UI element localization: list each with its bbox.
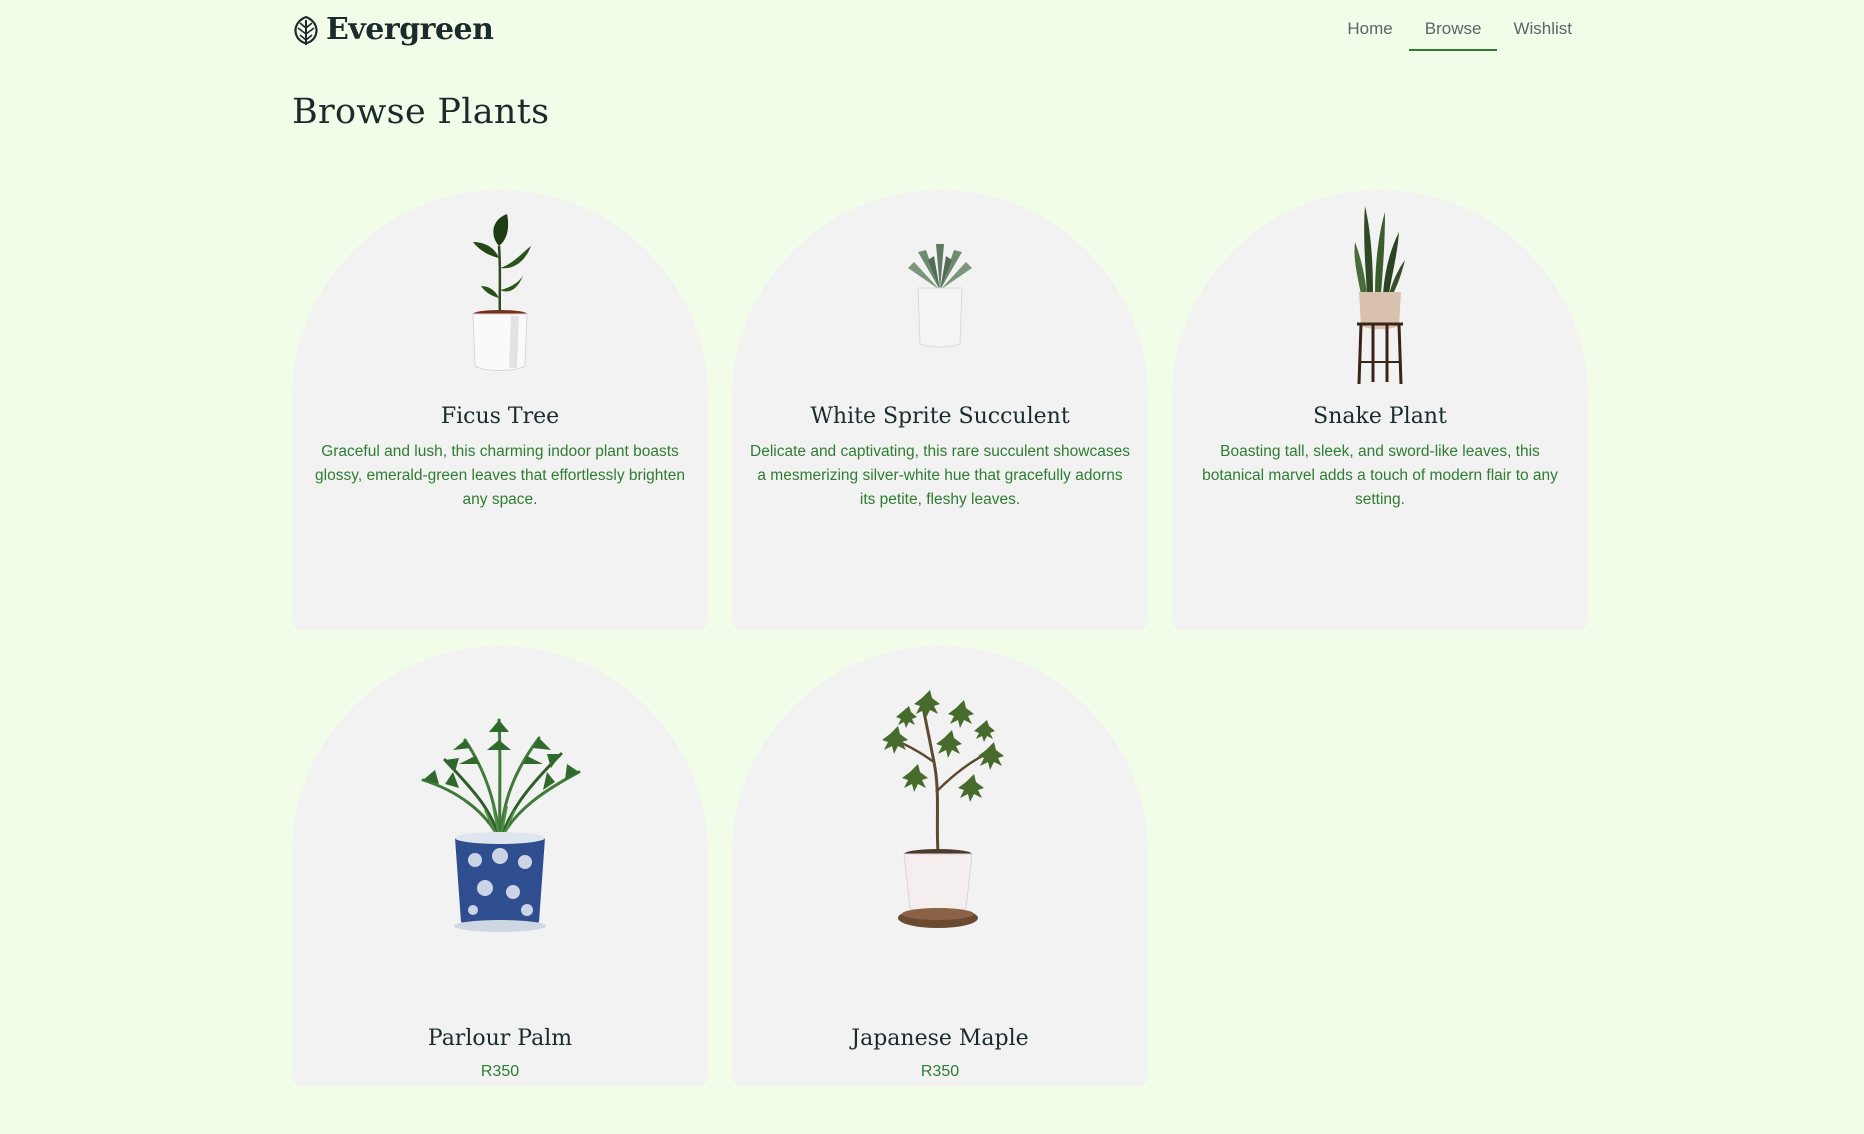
main-nav: Home Browse Wishlist xyxy=(1331,14,1588,51)
plant-card-japanese-maple[interactable]: Japanese Maple R350 xyxy=(732,646,1148,1086)
nav-wishlist[interactable]: Wishlist xyxy=(1497,14,1588,51)
plant-price: R350 xyxy=(920,1063,960,1080)
ficus-tree-image xyxy=(472,214,531,371)
plant-card-snake-plant[interactable]: Snake Plant Boasting tall, sleek, and sw… xyxy=(1172,190,1588,630)
plant-card-white-sprite-succulent[interactable]: White Sprite Succulent Delicate and capt… xyxy=(732,190,1148,630)
plant-description: Boasting tall, sleek, and sword-like lea… xyxy=(1202,443,1558,508)
nav-browse[interactable]: Browse xyxy=(1408,14,1498,51)
page-title: Browse Plants xyxy=(292,92,550,132)
site-header: Evergreen Home Browse Wishlist xyxy=(292,0,1588,60)
plant-name: Japanese Maple xyxy=(851,1026,1029,1051)
plant-name: White Sprite Succulent xyxy=(810,404,1070,429)
white-sprite-succulent-image xyxy=(908,244,972,348)
brand-logo[interactable]: Evergreen xyxy=(292,12,494,47)
plant-card-parlour-palm[interactable]: Parlour Palm R350 xyxy=(292,646,708,1086)
plant-description: Graceful and lush, this charming indoor … xyxy=(315,443,685,508)
plant-price: R350 xyxy=(480,1063,520,1080)
snake-plant-image xyxy=(1354,206,1405,385)
leaf-icon xyxy=(294,15,318,45)
nav-home[interactable]: Home xyxy=(1331,14,1408,51)
plant-name: Parlour Palm xyxy=(427,1026,573,1051)
plant-name: Ficus Tree xyxy=(440,404,560,429)
plant-description: Delicate and captivating, this rare succ… xyxy=(750,443,1130,508)
brand-name: Evergreen xyxy=(326,12,494,47)
parlour-palm-image xyxy=(421,718,581,932)
plant-name: Snake Plant xyxy=(1313,404,1447,429)
japanese-maple-image xyxy=(882,690,1004,928)
plant-card-ficus-tree[interactable]: Ficus Tree Graceful and lush, this charm… xyxy=(292,190,708,630)
